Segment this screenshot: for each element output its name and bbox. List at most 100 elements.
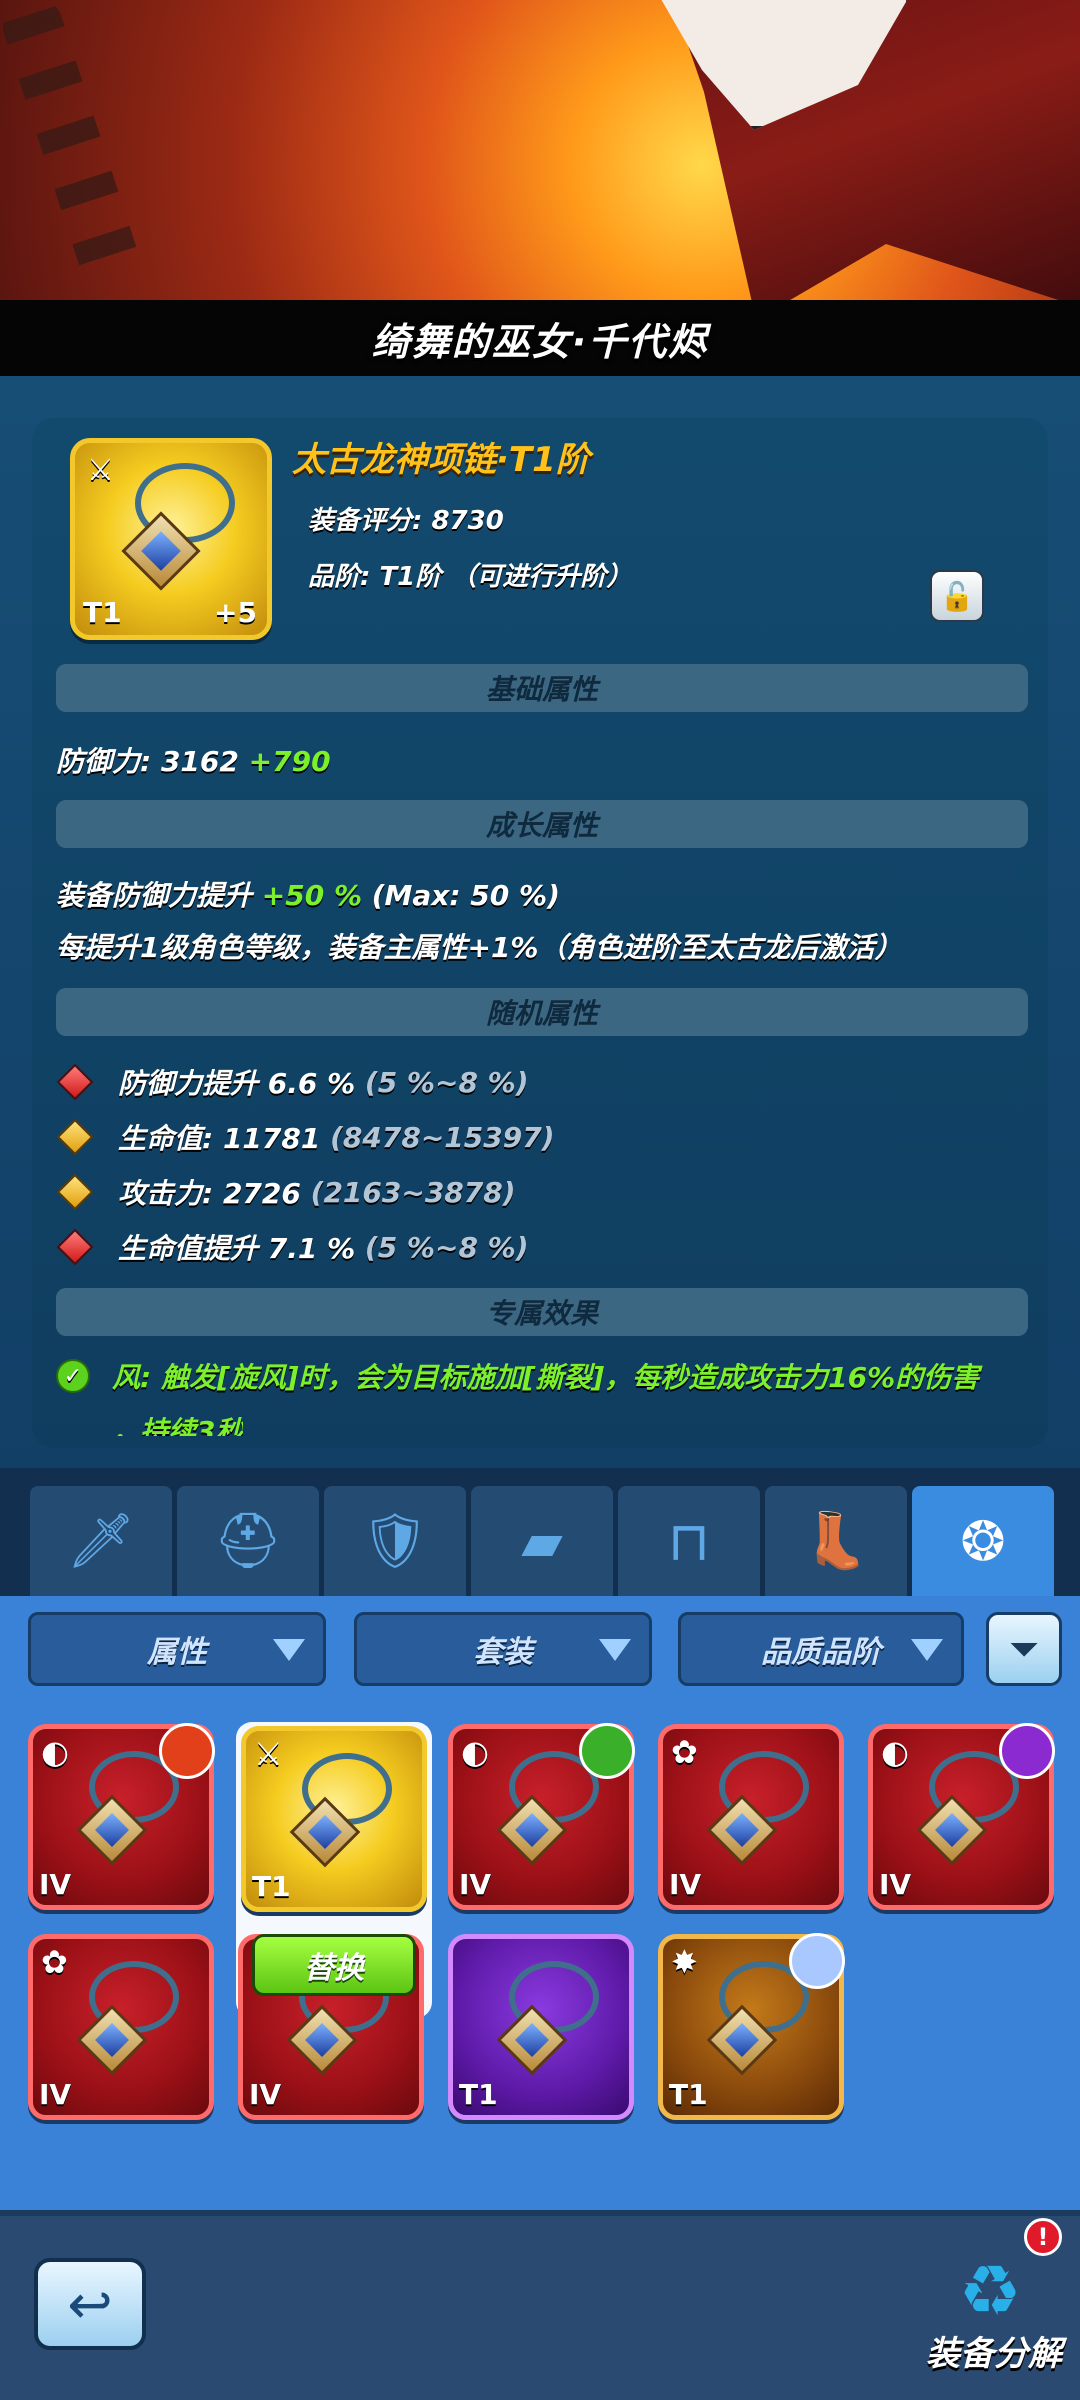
boots-icon: 👢 <box>802 1509 870 1572</box>
item-tier: T1 <box>83 596 122 629</box>
section-base-header: 基础属性 <box>56 664 1028 712</box>
section-growth-header: 成长属性 <box>56 800 1028 848</box>
diamond-icon <box>56 1118 94 1156</box>
item-tier: IV <box>879 1868 912 1901</box>
growth-line-2: 每提升1级角色等级，装备主属性+1%（角色进阶至太古龙后激活） <box>56 931 903 964</box>
inventory-item[interactable]: ✿ IV <box>658 1724 844 1910</box>
sword-icon: 🗡 <box>66 1509 136 1572</box>
exclusive-effect-line-2: ，持续3秒 <box>112 1415 244 1436</box>
inventory-item[interactable]: ◐ IV <box>28 1723 215 1910</box>
growth-prefix: 装备防御力提升 <box>56 879 253 912</box>
tab-bracer[interactable]: ▰ <box>471 1486 613 1596</box>
decompose-label[interactable]: 装备分解 <box>926 2326 1062 2375</box>
attribute-filter-label: 属性 <box>147 1635 207 1670</box>
back-button[interactable]: ↩ <box>34 2258 146 2350</box>
random-attr-range: (5 %~8 %) <box>364 1065 529 1099</box>
item-score: 装备评分: 8730 <box>308 506 504 536</box>
base-attr-line: 防御力: 3162 +790 <box>56 740 331 780</box>
helmet-icon: ⛑ <box>213 1509 283 1572</box>
item-name: 太古龙神项链·T1阶 <box>292 440 590 480</box>
tab-boots[interactable]: 👢 <box>765 1486 907 1596</box>
recycle-icon: ♻ <box>958 2250 1022 2332</box>
exclusive-effect-text: 风: 触发[旋风]时，会为目标施加[撕裂]，每秒造成攻击力16%的伤害 <box>112 1361 980 1394</box>
bottom-bar <box>0 2210 1080 2400</box>
replace-button[interactable]: 替换 <box>252 1934 416 1996</box>
pants-icon: ⊓ <box>667 1509 711 1573</box>
random-attr-row: 防御力提升 6.6 % (5 %~8 %) <box>56 1062 529 1102</box>
inventory-item[interactable]: ✸ T1 <box>658 1933 845 2120</box>
diamond-icon <box>56 1063 94 1101</box>
chevron-down-icon <box>911 1639 943 1661</box>
random-attr-text: 生命值: 11781 <box>118 1122 321 1155</box>
tab-weapon[interactable]: 🗡 <box>30 1486 172 1596</box>
random-attr-range: (8478~15397) <box>330 1120 555 1154</box>
inventory-item[interactable]: ⚔ T1 <box>241 1726 427 1912</box>
inventory-item[interactable]: ◐ IV <box>868 1723 1055 1910</box>
lock-icon: 🔓 <box>939 579 975 613</box>
growth-value: +50 % <box>261 879 362 912</box>
check-icon: ✓ <box>56 1359 90 1393</box>
item-tier: IV <box>39 2078 72 2111</box>
item-tier: T1 <box>459 2078 498 2111</box>
bracer-icon: ▰ <box>521 1509 563 1573</box>
set-badge-icon <box>789 1933 845 1989</box>
necklace-icon <box>481 1961 611 2091</box>
tab-pants[interactable]: ⊓ <box>618 1486 760 1596</box>
item-tier: IV <box>39 1868 72 1901</box>
back-arrow-icon: ↩ <box>67 2272 113 2336</box>
chevron-down-icon <box>599 1639 631 1661</box>
tab-armor[interactable]: 🛡 <box>324 1486 466 1596</box>
set-badge-icon <box>159 1723 215 1779</box>
set-badge-icon <box>999 1723 1055 1779</box>
necklace-icon: ❂ <box>960 1509 1006 1573</box>
filter-clear-button[interactable]: ⏷ <box>986 1612 1062 1686</box>
item-grade: 品阶: T1阶 （可进行升阶） <box>308 562 633 592</box>
item-tier: T1 <box>669 2078 708 2111</box>
necklace-icon <box>61 1961 191 2091</box>
tab-necklace[interactable]: ❂ <box>912 1486 1054 1596</box>
random-attr-range: (5 %~8 %) <box>364 1230 529 1264</box>
tab-helmet[interactable]: ⛑ <box>177 1486 319 1596</box>
item-tier: IV <box>669 1868 702 1901</box>
diamond-icon <box>56 1173 94 1211</box>
base-attr-bonus: +790 <box>248 745 331 778</box>
lock-button[interactable]: 🔓 <box>930 570 984 622</box>
exclusive-effect-line: ✓ 风: 触发[旋风]时，会为目标施加[撕裂]，每秒造成攻击力16%的伤害 <box>56 1356 979 1396</box>
inventory-item[interactable]: ◐ IV <box>448 1723 635 1910</box>
necklace-icon <box>105 463 245 603</box>
item-tier: T1 <box>252 1870 291 1903</box>
random-attr-row: 攻击力: 2726 (2163~3878) <box>56 1172 516 1212</box>
item-icon: ⚔ T1 +5 <box>70 438 272 640</box>
item-enhance-level: +5 <box>214 596 257 629</box>
character-title: 绮舞的巫女·千代烬 <box>371 319 709 364</box>
diamond-icon <box>56 1228 94 1266</box>
filter-icon: ⏷ <box>1008 1626 1040 1671</box>
random-attr-row: 生命值提升 7.1 % (5 %~8 %) <box>56 1227 529 1267</box>
chain-decoration <box>0 0 145 292</box>
random-attr-range: (2163~3878) <box>310 1175 516 1209</box>
random-attr-row: 生命值: 11781 (8478~15397) <box>56 1117 555 1157</box>
alert-badge: ! <box>1024 2218 1062 2256</box>
growth-max: (Max: 50 %) <box>371 879 560 912</box>
inventory-item[interactable]: ✿ IV <box>28 1934 214 2120</box>
hero-art <box>0 0 1080 300</box>
random-attr-text: 攻击力: 2726 <box>118 1177 301 1210</box>
set-filter-label: 套装 <box>473 1635 533 1670</box>
item-tier: IV <box>459 1868 492 1901</box>
necklace-icon <box>274 1753 404 1883</box>
quality-filter-dropdown[interactable]: 品质品阶 <box>678 1612 964 1686</box>
base-attr-label: 防御力: 3162 <box>56 745 239 778</box>
chevron-down-icon <box>273 1639 305 1661</box>
random-attr-text: 防御力提升 6.6 % <box>118 1067 356 1100</box>
section-random-header: 随机属性 <box>56 988 1028 1036</box>
item-tier: IV <box>249 2078 282 2111</box>
section-exclusive-header: 专属效果 <box>56 1288 1028 1336</box>
set-filter-dropdown[interactable]: 套装 <box>354 1612 652 1686</box>
set-badge-icon <box>579 1723 635 1779</box>
character-title-bar: 绮舞的巫女·千代烬 <box>0 300 1080 376</box>
quality-filter-label: 品质品阶 <box>761 1635 881 1670</box>
random-attr-text: 生命值提升 7.1 % <box>118 1232 356 1265</box>
inventory-item[interactable]: T1 <box>448 1934 634 2120</box>
attribute-filter-dropdown[interactable]: 属性 <box>28 1612 326 1686</box>
necklace-icon <box>691 1751 821 1881</box>
